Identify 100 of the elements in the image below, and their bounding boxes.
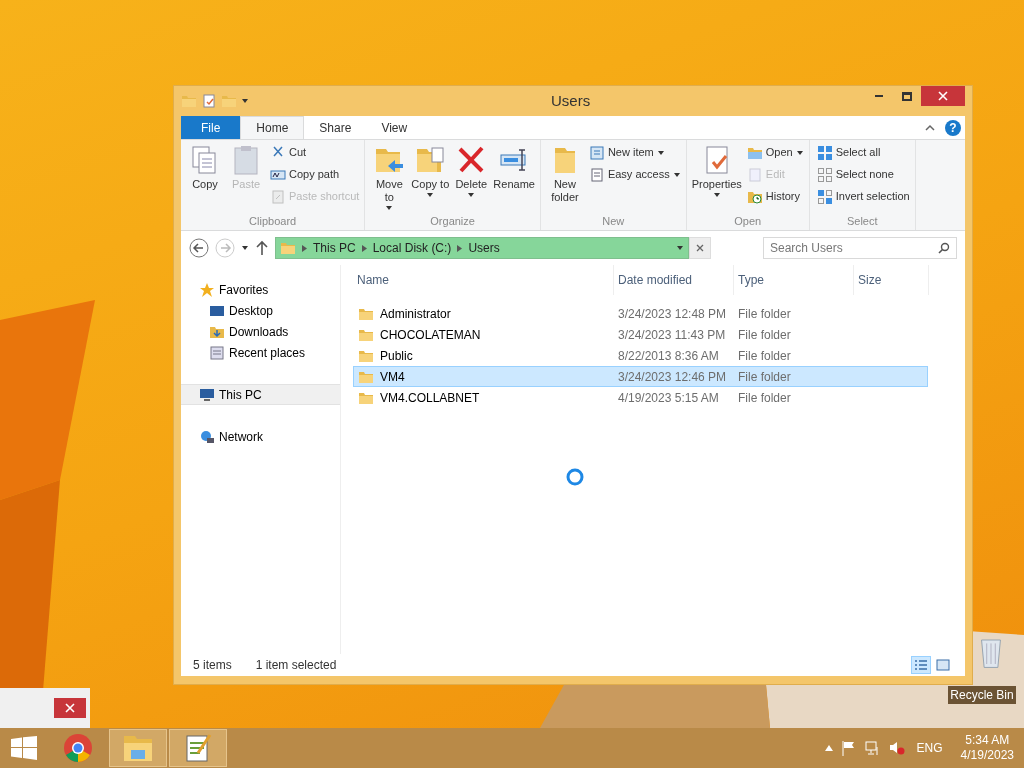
file-tab[interactable]: File [181,116,241,139]
windows-logo-icon [11,736,37,760]
ribbon-small-button[interactable]: Select none [816,166,910,183]
ribbon-large-button[interactable]: Rename [493,144,535,214]
file-name: Administrator [380,305,451,323]
select-all-icon [816,144,833,161]
ribbon-large-button[interactable]: New folder [545,144,584,214]
clear-button[interactable] [689,237,711,259]
recent-places-icon [209,344,225,361]
ribbon-group-label: New [601,214,626,229]
properties-icon[interactable] [201,93,217,109]
ribbon-tab[interactable]: Home [240,116,305,139]
type-cell-text: File folder [737,347,792,365]
network-icon[interactable] [864,740,881,756]
new-folder-icon [221,93,237,109]
breadcrumb-item[interactable]: Users [468,239,500,257]
status-text: 1 item selected [255,657,337,674]
up-arrow-icon[interactable] [255,240,269,256]
speaker-muted-icon[interactable] [888,740,905,756]
close-icon [65,703,75,713]
file-row[interactable]: VM4.COLLABNET 4/19/2023 5:15 AM File folder [353,387,928,408]
nav-item[interactable]: Desktop [181,300,340,321]
chevron-right-icon [361,244,367,252]
ribbon-large-button[interactable]: Copy to [411,144,450,214]
ribbon-small-button[interactable]: Select all [816,144,910,161]
search-icon [938,242,950,254]
notepad-icon [184,733,212,763]
file-row[interactable]: CHOCOLATEMAN 3/24/2023 11:43 PM File folder [353,324,928,345]
ribbon-small-button[interactable]: Open [746,144,804,161]
nav-item[interactable]: Favorites [181,279,340,300]
ribbon-small-button[interactable]: Invert selection [816,188,910,205]
ribbon-large-button[interactable]: Move to [370,144,409,214]
column-header[interactable]: Type [734,265,854,295]
folder-icon [181,93,197,109]
type-cell-text: File folder [737,389,792,407]
forward-icon[interactable] [215,238,235,258]
desktop-icon-label: Recycle Bin [948,686,1016,704]
file-row[interactable]: Administrator 3/24/2023 12:48 PM File folder [353,303,928,324]
address-bar[interactable]: This PC Local Disk (C:) Users [275,237,689,259]
ribbon-large-button[interactable]: Properties [691,144,742,214]
edit-icon [746,166,763,183]
file-name: VM4 [380,368,405,386]
computer-icon [199,386,215,403]
type-cell-text: File folder [737,305,792,323]
status-text: 5 items [193,657,232,674]
ribbon-group-label: Clipboard [248,214,298,229]
ribbon-tab[interactable]: View [366,116,423,139]
taskbar-app-button[interactable] [109,729,167,767]
nav-item[interactable]: Network [181,426,340,447]
ribbon-group-label: Open [733,214,763,229]
window-title: Users [551,90,591,111]
breadcrumb-item[interactable]: Local Disk (C:) [372,239,452,257]
details-view-button[interactable] [911,656,931,674]
thumbnails-icon [936,659,950,671]
flag-icon[interactable] [840,740,857,756]
date-cell-text: 4/19/2023 5:15 AM [617,389,720,407]
folder-icon [122,734,154,762]
new-item-icon [588,144,605,161]
ribbon-small-button[interactable]: History [746,188,804,205]
browser-icon [63,733,93,763]
caret-icon [241,244,249,252]
ribbon-small-button[interactable]: Copy path [270,166,360,183]
help-button[interactable]: ? [945,119,961,136]
type-cell-text: File folder [737,368,792,386]
nav-item[interactable]: Recent places [181,342,340,363]
date-cell-text: 3/24/2023 11:43 PM [617,326,727,344]
date-cell-text: 3/24/2023 12:48 PM [617,305,728,323]
show-hidden-icons-icon[interactable] [824,745,833,751]
file-row[interactable]: Public 8/22/2013 8:36 AM File folder [353,345,928,366]
ribbon-group-label: Organize [429,214,476,229]
loading-spinner-icon [565,467,585,487]
ribbon-small-button[interactable]: Easy access [588,166,681,183]
column-header[interactable]: Name [353,265,614,295]
back-icon[interactable] [189,238,209,258]
ribbon-large-button[interactable]: Copy [186,144,224,214]
invert-selection-icon [816,188,833,205]
breadcrumb-item[interactable]: This PC [313,239,356,257]
nav-item[interactable]: Downloads [181,321,340,342]
chevron-right-icon [302,244,307,252]
search-field[interactable]: Search Users [763,237,957,259]
ribbon-small-button[interactable]: New item [588,144,681,161]
details-icon [914,659,928,671]
ribbon-group-label: Select [845,214,879,229]
network-icon [199,428,215,445]
taskbar-app-button[interactable] [169,729,227,767]
column-header[interactable]: Date modified [614,265,734,295]
easy-access-icon [588,166,605,183]
chevron-right-icon [457,244,463,252]
close-button[interactable] [54,698,86,718]
ribbon-large-button[interactable]: Delete [452,144,491,214]
thumbnails-view-button[interactable] [933,656,953,674]
select-none-icon [816,166,833,183]
close-icon [938,91,948,101]
ribbon-small-button[interactable]: Cut [270,144,360,161]
file-row[interactable]: VM4 3/24/2023 12:46 PM File folder [353,366,928,387]
type-cell-text: File folder [737,326,792,344]
column-header[interactable]: Size [854,265,929,295]
nav-item[interactable]: This PC [181,384,340,405]
collapse-ribbon-icon[interactable] [925,122,935,133]
ribbon-tab[interactable]: Share [304,116,367,139]
